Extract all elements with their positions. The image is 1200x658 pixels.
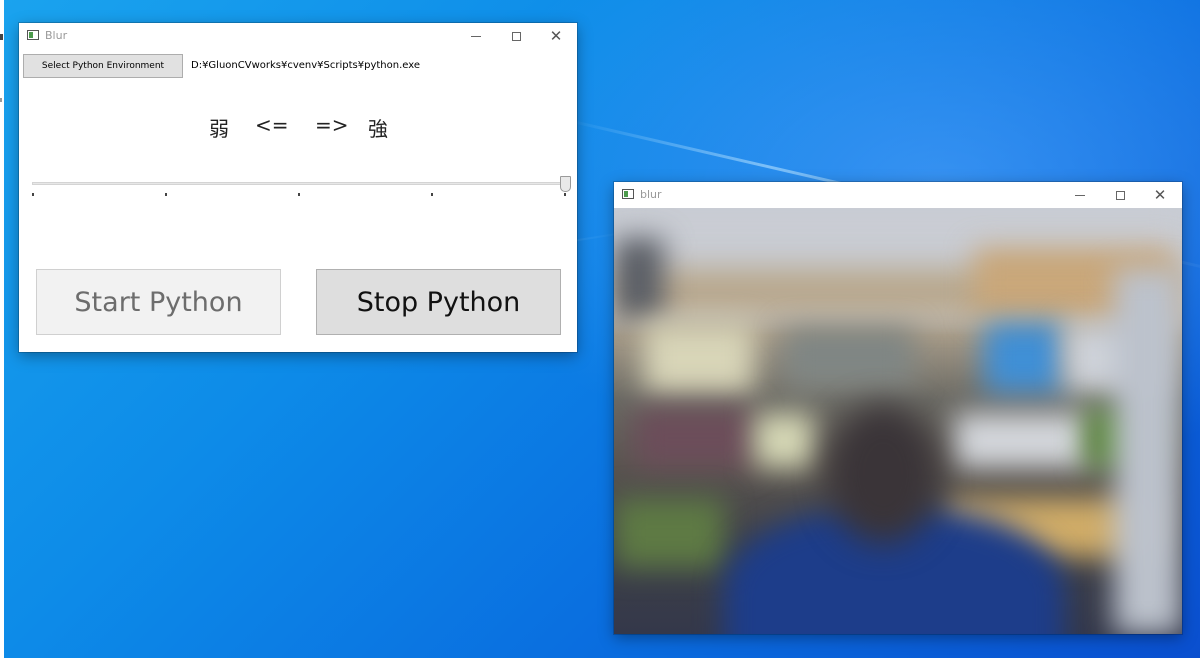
video-person-head <box>828 404 938 544</box>
start-python-button[interactable]: Start Python <box>36 269 281 335</box>
video-dark-left <box>614 238 664 318</box>
maximize-button[interactable] <box>1100 182 1140 208</box>
minimize-icon <box>471 35 481 37</box>
minimize-icon <box>1075 194 1085 196</box>
slider-tick <box>298 193 300 196</box>
close-icon: ✕ <box>549 26 563 45</box>
maximize-icon <box>1115 190 1125 200</box>
video-window-right <box>1114 268 1182 634</box>
close-button[interactable]: ✕ <box>536 23 576 49</box>
window-title: Blur <box>45 29 68 42</box>
maximize-icon <box>511 31 521 41</box>
blurred-camera-feed <box>614 208 1182 634</box>
video-book <box>644 323 754 393</box>
blur-control-window: Blur ✕ Select Python Environment D:¥Gluo… <box>19 23 577 352</box>
select-python-environment-button[interactable]: Select Python Environment <box>23 54 183 78</box>
title-bar[interactable]: Blur ✕ <box>19 23 577 49</box>
close-icon: ✕ <box>1153 185 1167 204</box>
right-arrow-label: => <box>315 113 349 137</box>
slider-tick <box>32 193 34 196</box>
title-bar[interactable]: blur ✕ <box>614 182 1182 208</box>
stop-python-button[interactable]: Stop Python <box>316 269 561 335</box>
video-book <box>754 413 814 468</box>
close-button[interactable]: ✕ <box>1140 182 1180 208</box>
strong-label: 強 <box>368 117 388 141</box>
app-window-icon <box>27 30 39 40</box>
video-book <box>634 408 754 468</box>
app-window-icon <box>622 189 634 199</box>
strength-label: 弱 <= => 強 <box>209 113 409 143</box>
minimize-button[interactable] <box>456 23 496 49</box>
edge-mark <box>0 98 2 102</box>
slider-tick <box>431 193 433 196</box>
video-book-green <box>614 498 724 568</box>
weak-label: 弱 <box>209 117 229 141</box>
slider-tick <box>165 193 167 196</box>
left-arrow-label: <= <box>255 113 289 137</box>
python-path-label: D:¥GluonCVworks¥cvenv¥Scripts¥python.exe <box>191 60 421 71</box>
edge-mark <box>0 34 3 40</box>
minimize-button[interactable] <box>1060 182 1100 208</box>
video-book <box>954 413 1094 468</box>
blur-strength-slider-thumb[interactable] <box>560 176 571 192</box>
slider-tick <box>564 193 566 196</box>
blur-preview-window: blur ✕ <box>614 182 1182 634</box>
maximize-button[interactable] <box>496 23 536 49</box>
window-title: blur <box>640 188 662 201</box>
blur-strength-slider-track[interactable] <box>32 182 568 185</box>
video-book <box>784 328 914 388</box>
video-book-blue <box>984 323 1064 393</box>
